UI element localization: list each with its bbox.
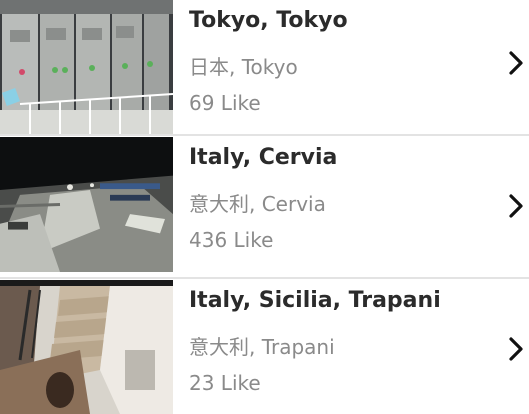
item-title: Italy, Sicilia, Trapani <box>189 288 441 313</box>
stairway-camera-thumbnail <box>0 280 173 414</box>
list-item-cervia[interactable]: Italy, Cervia 意大利, Cervia 436 Like <box>0 137 529 272</box>
item-likes: 436 Like <box>189 228 274 252</box>
item-likes: 69 Like <box>189 91 261 115</box>
chevron-right-icon[interactable] <box>505 192 527 220</box>
list-divider <box>0 277 529 279</box>
item-subtitle: 日本, Tokyo <box>189 55 298 79</box>
chevron-right-icon[interactable] <box>505 335 527 363</box>
list-item-trapani[interactable]: Italy, Sicilia, Trapani 意大利, Trapani 23 … <box>0 280 529 414</box>
list-divider <box>0 134 529 136</box>
list-item-tokyo[interactable]: Tokyo, Tokyo 日本, Tokyo 69 Like <box>0 0 529 135</box>
chevron-right-icon[interactable] <box>505 49 527 77</box>
item-subtitle: 意大利, Cervia <box>189 192 326 216</box>
electrical-panel-camera-thumbnail <box>0 0 173 135</box>
item-likes: 23 Like <box>189 371 261 395</box>
item-title: Tokyo, Tokyo <box>189 8 348 33</box>
item-subtitle: 意大利, Trapani <box>189 335 335 359</box>
night-beach-camera-thumbnail <box>0 137 173 272</box>
item-title: Italy, Cervia <box>189 145 338 170</box>
webcam-list: Tokyo, Tokyo 日本, Tokyo 69 Like Italy, Ce… <box>0 0 529 414</box>
